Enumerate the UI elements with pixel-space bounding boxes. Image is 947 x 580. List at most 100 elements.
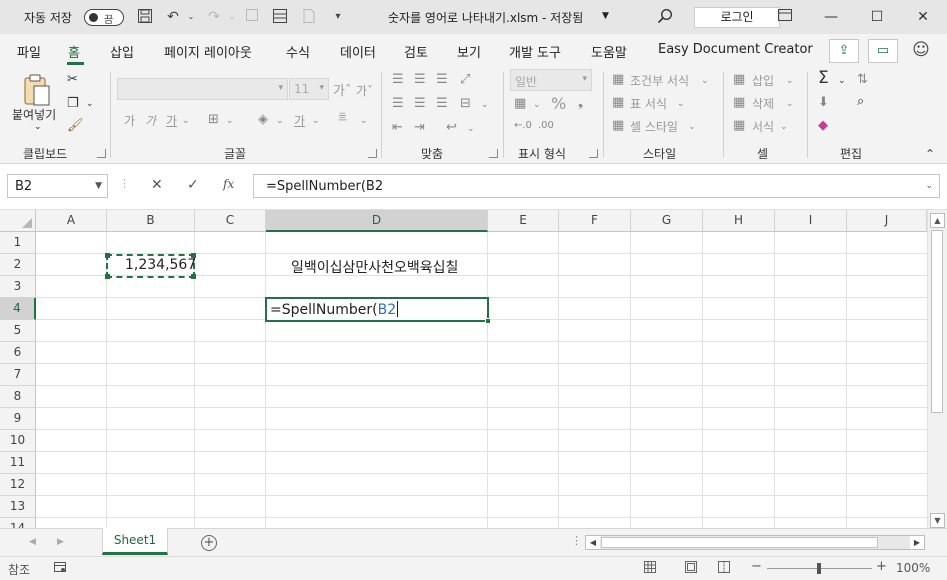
column-header-c[interactable]: C [195,210,266,232]
collapse-ribbon-icon[interactable]: ⌃ [925,146,935,162]
phonetic-guide-icon[interactable]: 亖 [338,110,347,126]
phonetic-dropdown-icon[interactable]: ⌄ [360,113,368,129]
underline-button[interactable]: 가 [166,112,177,129]
row-header-3[interactable]: 3 [0,276,36,298]
clear-icon[interactable]: ◆ [818,118,828,134]
autosum-dropdown-icon[interactable]: ⌄ [838,73,846,89]
column-header-d[interactable]: D [266,210,488,232]
feedback-smiley-icon[interactable]: ☺ [912,41,930,59]
table-dropdown-icon[interactable]: ⌄ [677,96,685,112]
find-select-icon[interactable]: ⌕ [857,94,864,110]
cell-d4-editing[interactable]: =SpellNumber(B2 [265,297,491,324]
enter-icon[interactable]: ✓ [187,177,199,193]
font-size-box[interactable]: 11 ▾ [289,78,329,100]
scroll-up-icon[interactable]: ▲ [930,213,945,228]
italic-button[interactable]: 가 [145,112,156,129]
comma-style-icon[interactable]: ❟ [578,95,583,111]
align-center-icon[interactable]: ☰ [414,96,426,112]
cell-d2[interactable]: 일백이십삼만사천오백육십칠 [291,257,458,277]
scroll-right-icon[interactable]: ▶ [910,536,924,549]
cell-styles-button[interactable]: 셀 스타일 [630,118,678,135]
tab-split-handle-icon[interactable]: ⋮ [571,534,582,547]
copy-icon[interactable]: ❐ [67,96,79,112]
insert-cells-button[interactable]: 삽입 [752,72,774,89]
row-header-10[interactable]: 10 [0,430,36,452]
prev-sheet-icon[interactable]: ◀ [29,537,36,547]
scroll-left-icon[interactable]: ◀ [586,536,600,549]
normal-view-icon[interactable] [643,560,657,577]
row-header-14[interactable]: 14 [0,518,36,528]
tab-view[interactable]: 보기 [457,42,481,61]
tab-page-layout[interactable]: 페이지 레이아웃 [164,42,252,61]
vertical-scrollbar[interactable]: ▲ ▼ [927,210,947,530]
row-header-7[interactable]: 7 [0,364,36,386]
orientation-icon[interactable]: ⤢ [460,72,470,88]
page-icon[interactable] [300,8,318,26]
search-icon[interactable] [656,8,674,26]
sheet-tab-sheet1[interactable]: Sheet1 [102,528,168,555]
format-cells-button[interactable]: 서식 [752,118,774,135]
column-header-i[interactable]: I [775,210,847,232]
redo-dropdown-icon[interactable]: ⌄ [223,8,241,26]
fill-color-dropdown-icon[interactable]: ⌄ [276,113,284,129]
insert-function-icon[interactable]: fx [223,177,234,191]
shrink-font-icon[interactable]: 가ˇ [356,82,373,99]
paste-label[interactable]: 붙여넣기 [12,106,56,123]
format-as-table-icon[interactable]: ▦ [612,95,624,111]
row-header-8[interactable]: 8 [0,386,36,408]
customize-qat-icon[interactable]: ▾ [329,8,347,26]
tab-file[interactable]: 파일 [17,42,41,61]
clipboard-launcher-icon[interactable] [97,149,106,158]
fill-color-icon[interactable]: ◈ [258,112,268,128]
add-sheet-icon[interactable]: + [201,535,217,551]
zoom-level[interactable]: 100% [896,561,930,575]
column-header-b[interactable]: B [107,210,195,232]
delete-cells-button[interactable]: 삭제 [752,95,774,112]
save-icon[interactable] [136,8,154,26]
tab-home[interactable]: 홈 [68,42,80,61]
decrease-decimal-icon[interactable]: .00 [538,118,554,134]
font-color-dropdown-icon[interactable]: ⌄ [312,113,320,129]
borders-dropdown-icon[interactable]: ⌄ [226,113,234,129]
align-right-icon[interactable]: ☰ [436,96,448,112]
fill-handle[interactable] [485,318,491,324]
underline-dropdown-icon[interactable]: ⌄ [182,113,190,129]
paste-icon[interactable] [20,72,54,110]
row-header-13[interactable]: 13 [0,496,36,518]
middle-align-icon[interactable]: ☰ [414,72,426,88]
page-layout-view-icon[interactable] [684,560,698,577]
font-launcher-icon[interactable] [368,149,377,158]
conditional-format-icon[interactable]: ▦ [612,72,624,88]
redo-icon[interactable]: ↷ [205,8,223,26]
merge-dropdown-icon[interactable]: ⌄ [481,97,489,113]
row-header-5[interactable]: 5 [0,320,36,342]
tab-formulas[interactable]: 수식 [286,42,310,61]
cell-styles-dropdown-icon[interactable]: ⌄ [688,119,696,135]
column-header-f[interactable]: F [559,210,631,232]
tab-insert[interactable]: 삽입 [110,42,134,61]
cut-icon[interactable]: ✂ [67,72,78,88]
name-box[interactable]: B2 ▼ [7,174,108,198]
merge-center-icon[interactable]: ⊟ [460,96,471,112]
increase-decimal-icon[interactable]: ←.0 [514,118,532,134]
scroll-down-icon[interactable]: ▼ [930,513,945,528]
insert-dropdown-icon[interactable]: ⌄ [786,73,794,89]
paste-dropdown-icon[interactable]: ⌄ [34,122,42,132]
conditional-format-button[interactable]: 조건부 서식 [630,72,689,89]
autosave-toggle[interactable]: 끔 [84,9,124,26]
new-doc-icon[interactable] [243,8,261,26]
format-dropdown-icon[interactable]: ⌄ [780,119,788,135]
column-header-h[interactable]: H [703,210,775,232]
share-button[interactable]: ⇪ [829,39,859,63]
tab-data[interactable]: 데이터 [340,42,376,61]
cancel-icon[interactable]: ✕ [151,177,163,193]
vertical-scroll-thumb[interactable] [931,230,943,413]
cell-styles-icon[interactable]: ▦ [612,118,624,134]
wrap-text-icon[interactable]: ↩ [446,120,457,136]
formula-bar-handle-icon[interactable]: ⋮ [119,177,130,190]
zoom-slider[interactable] [767,563,872,574]
column-header-j[interactable]: J [847,210,927,232]
maximize-icon[interactable]: ☐ [854,0,900,34]
horizontal-scroll-thumb[interactable] [601,537,878,548]
font-color-button[interactable]: 가 [294,112,305,129]
